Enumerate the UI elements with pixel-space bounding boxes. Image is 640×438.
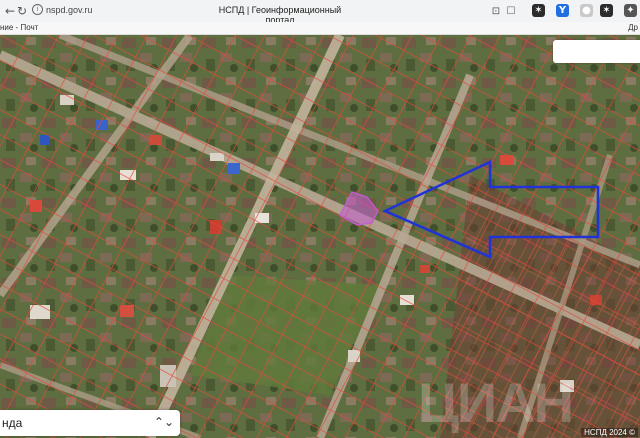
watermark: ЦИАН bbox=[418, 371, 574, 434]
map-search-input[interactable] bbox=[553, 40, 640, 63]
chevron-updown-icon: ⌃⌄ bbox=[153, 415, 174, 429]
bookmarks-bar: ние - Почт Др bbox=[0, 22, 640, 35]
ext-yandex-icon[interactable]: Y bbox=[556, 4, 569, 17]
ext-wand2-icon[interactable]: ✶ bbox=[600, 4, 613, 17]
site-info-icon[interactable]: i bbox=[32, 4, 43, 15]
ext-record-icon[interactable]: ● bbox=[580, 4, 593, 17]
url-bar[interactable]: nspd.gov.ru bbox=[46, 5, 92, 15]
translate-icon[interactable]: ⊡ bbox=[488, 3, 504, 19]
bookmark-item[interactable]: ние - Почт bbox=[0, 22, 38, 34]
bookmark-star-icon[interactable]: ☐ bbox=[503, 3, 519, 19]
layer-select[interactable]: нда ⌃⌄ bbox=[0, 410, 180, 436]
browser-toolbar: ← ↻ i nspd.gov.ru НСПД | Геоинформационн… bbox=[0, 0, 640, 25]
reload-icon[interactable]: ↻ bbox=[14, 3, 30, 19]
ext-puzzle-icon[interactable]: ✦ bbox=[624, 4, 637, 17]
bookmark-other[interactable]: Др bbox=[628, 22, 638, 34]
map-copyright: НСПД 2024 © bbox=[581, 428, 638, 437]
satellite-map[interactable]: ЦИАН НСПД 2024 © bbox=[0, 35, 640, 438]
layer-select-value: нда bbox=[2, 416, 23, 430]
ext-wand-icon[interactable]: ✶ bbox=[532, 4, 545, 17]
